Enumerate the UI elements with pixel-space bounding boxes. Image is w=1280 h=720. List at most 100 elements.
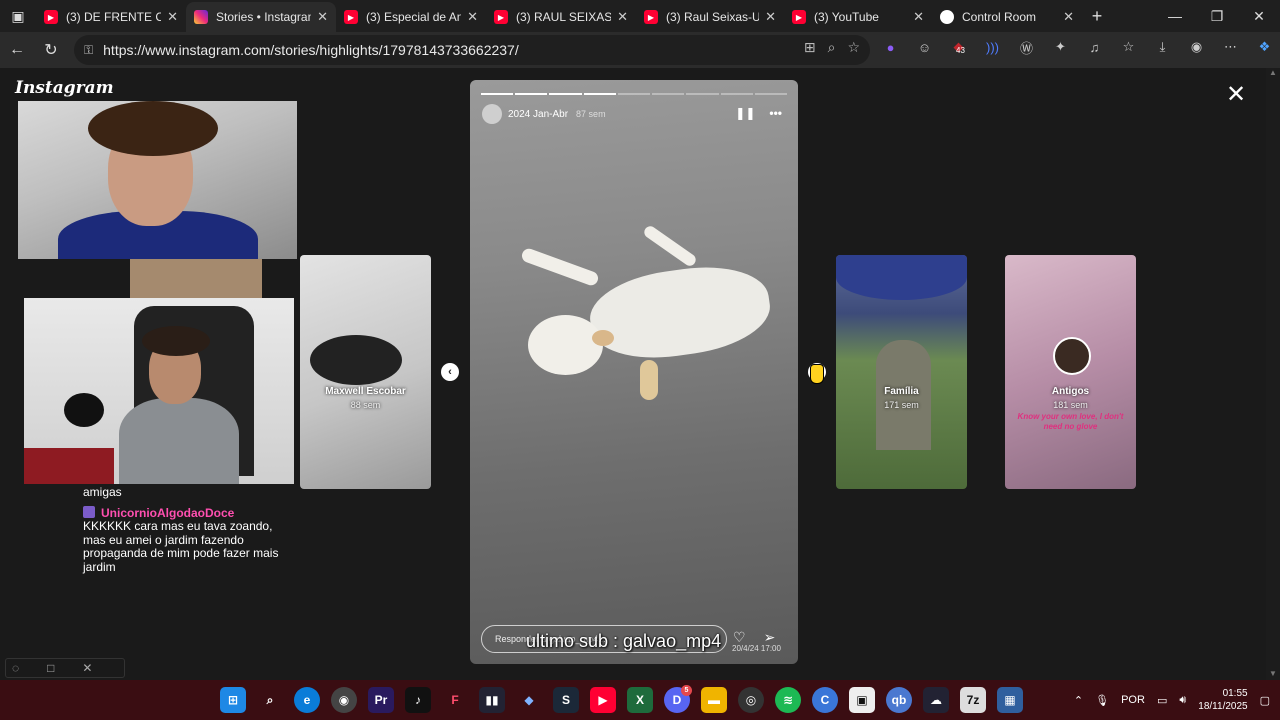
webcam-overlay-1: [18, 101, 297, 259]
more-menu-icon[interactable]: ⋯: [1220, 36, 1241, 58]
copilot-icon[interactable]: ❖: [1254, 36, 1275, 58]
steam-icon[interactable]: S: [553, 687, 579, 713]
spotify-icon[interactable]: ≋: [775, 687, 801, 713]
close-stories-icon[interactable]: ✕: [1226, 80, 1246, 109]
close-icon[interactable]: ✕: [317, 9, 328, 25]
story-title[interactable]: 2024 Jan-Abr: [508, 109, 568, 120]
diamond-app-icon[interactable]: ◆: [516, 687, 542, 713]
language-indicator[interactable]: POR: [1121, 694, 1145, 706]
close-icon[interactable]: ✕: [82, 661, 92, 675]
clock-time: 01:55: [1222, 688, 1248, 699]
url-text: https://www.instagram.com/stories/highli…: [103, 42, 519, 58]
obs-icon[interactable]: ◉: [331, 687, 357, 713]
address-bar[interactable]: ⚿ https://www.instagram.com/stories/high…: [74, 35, 870, 65]
favorites-icon[interactable]: ☆: [1118, 36, 1139, 58]
instagram-logo[interactable]: Instagram: [15, 78, 114, 98]
ccleaner-icon[interactable]: C: [812, 687, 838, 713]
tab-actions-icon[interactable]: ▣: [0, 0, 36, 32]
close-icon[interactable]: ✕: [913, 9, 924, 25]
edge-browser-icon[interactable]: e: [294, 687, 320, 713]
tab-instagram-stories[interactable]: Stories • Instagram ✕: [186, 2, 336, 32]
maximize-icon[interactable]: ❐: [1196, 0, 1238, 32]
close-icon[interactable]: ✕: [167, 9, 178, 25]
pause-icon[interactable]: ❚❚: [735, 106, 755, 120]
restore-icon[interactable]: □: [47, 661, 54, 675]
story-card-maxwell-escobar[interactable]: Maxwell Escobar 88 sem: [300, 255, 431, 489]
tab-control-room[interactable]: Control Room ✕: [932, 2, 1082, 32]
excel-icon[interactable]: X: [627, 687, 653, 713]
loading-icon[interactable]: ◌: [12, 661, 19, 675]
tab-label: (3) Especial de Aniv: [366, 10, 462, 24]
network-icon[interactable]: ▭: [1157, 694, 1167, 707]
progress-segment: [652, 93, 685, 95]
scrollbar[interactable]: ▲ ▼: [1266, 68, 1280, 680]
search-icon[interactable]: ⌕: [257, 687, 283, 713]
f-app-icon[interactable]: F: [442, 687, 468, 713]
progress-segment: [754, 93, 787, 95]
w-extension-icon[interactable]: Ⓦ: [1016, 36, 1037, 58]
discord-icon[interactable]: D5: [664, 685, 692, 713]
ghost-app-icon[interactable]: ☁: [923, 687, 949, 713]
close-icon[interactable]: ✕: [617, 9, 628, 25]
tab-label: (3) Raul Seixas-UM: [666, 10, 760, 24]
close-icon[interactable]: ✕: [765, 9, 776, 25]
current-story[interactable]: 2024 Jan-Abr 87 sem ❚❚ ••• Responder a g…: [470, 80, 798, 664]
story-card-familia[interactable]: Família 171 sem: [836, 255, 967, 489]
extensions-puzzle-icon[interactable]: ✦: [1050, 36, 1071, 58]
face-extension-icon[interactable]: ☺: [914, 36, 935, 58]
apps-icon[interactable]: ⊞: [804, 39, 816, 56]
ublock-extension-icon[interactable]: ◆ 43: [948, 36, 969, 58]
vpn-extension-icon[interactable]: ●: [880, 36, 901, 58]
audio-meter-icon[interactable]: ▮▮: [479, 687, 505, 713]
start-icon[interactable]: ⊞: [220, 687, 246, 713]
folder-icon[interactable]: ▬: [701, 687, 727, 713]
avatar[interactable]: [482, 104, 502, 124]
audio-extension-icon[interactable]: ))): [982, 36, 1003, 58]
story-card-antigos[interactable]: Antigos 181 sem Know your own love, I do…: [1005, 255, 1136, 489]
new-tab-button[interactable]: +: [1082, 6, 1112, 27]
download-icon[interactable]: ⤓: [1152, 36, 1173, 58]
youtube-app-icon[interactable]: ▶: [590, 687, 616, 713]
tab-especial-aniv[interactable]: ▶ (3) Especial de Aniv ✕: [336, 2, 486, 32]
minimize-icon[interactable]: —: [1154, 0, 1196, 32]
game-icon[interactable]: ◎: [738, 687, 764, 713]
favorite-star-icon[interactable]: ☆: [847, 39, 860, 56]
stream-chat: amigas UnicornioAlgodaoDoce KKKKKK cara …: [83, 485, 283, 574]
progress-segment: [549, 93, 582, 95]
clock[interactable]: 01:55 18/11/2025: [1198, 687, 1247, 713]
scroll-down-icon[interactable]: ▼: [1266, 669, 1280, 678]
premiere-icon[interactable]: Pr: [368, 687, 394, 713]
media-icon[interactable]: ♫: [1084, 36, 1105, 58]
calculator-icon[interactable]: ▦: [997, 687, 1023, 713]
volume-icon[interactable]: 🔊︎: [1179, 694, 1186, 707]
back-icon[interactable]: ←: [0, 35, 34, 65]
notifications-icon[interactable]: ▢: [1260, 694, 1270, 707]
youtube-icon: ▶: [344, 10, 358, 24]
mouse-cursor-icon: [810, 364, 824, 384]
microphone-tray-icon[interactable]: 🎙︎: [1095, 694, 1109, 707]
tiktok-icon[interactable]: ♪: [405, 687, 431, 713]
7zip-icon[interactable]: 7z: [960, 687, 986, 713]
scroll-up-icon[interactable]: ▲: [1266, 68, 1280, 77]
tab-raul-seixas-um[interactable]: ▶ (3) Raul Seixas-UM ✕: [636, 2, 784, 32]
more-options-icon[interactable]: •••: [769, 106, 782, 120]
zoom-icon[interactable]: ⌕: [828, 39, 836, 56]
tab-raul-seixas-a[interactable]: ▶ (3) RAUL SEIXAS - A ✕: [486, 2, 636, 32]
control-room-icon: [940, 10, 954, 24]
profile-avatar-icon[interactable]: ◉: [1186, 36, 1207, 58]
story-age: 87 sem: [576, 109, 606, 119]
qbittorrent-icon[interactable]: qb: [886, 687, 912, 713]
previous-story-arrow-icon[interactable]: ‹: [441, 363, 459, 381]
refresh-icon[interactable]: ↻: [34, 35, 68, 65]
close-icon[interactable]: ✕: [1063, 9, 1074, 25]
chat-message: KKKKKK cara mas eu tava zoando, mas eu a…: [83, 519, 279, 574]
tab-de-frente[interactable]: ▶ (3) DE FRENTE COM ✕: [36, 2, 186, 32]
tab-label: (3) DE FRENTE COM: [66, 10, 162, 24]
tab-youtube[interactable]: ▶ (3) YouTube ✕: [784, 2, 932, 32]
show-hidden-icons-icon[interactable]: ⌃: [1074, 694, 1083, 707]
camera-app-icon[interactable]: ▣: [849, 687, 875, 713]
close-icon[interactable]: ✕: [467, 9, 478, 25]
close-window-icon[interactable]: ✕: [1238, 0, 1280, 32]
clock-date: 18/11/2025: [1198, 701, 1248, 712]
site-info-icon[interactable]: ⚿: [84, 43, 93, 58]
